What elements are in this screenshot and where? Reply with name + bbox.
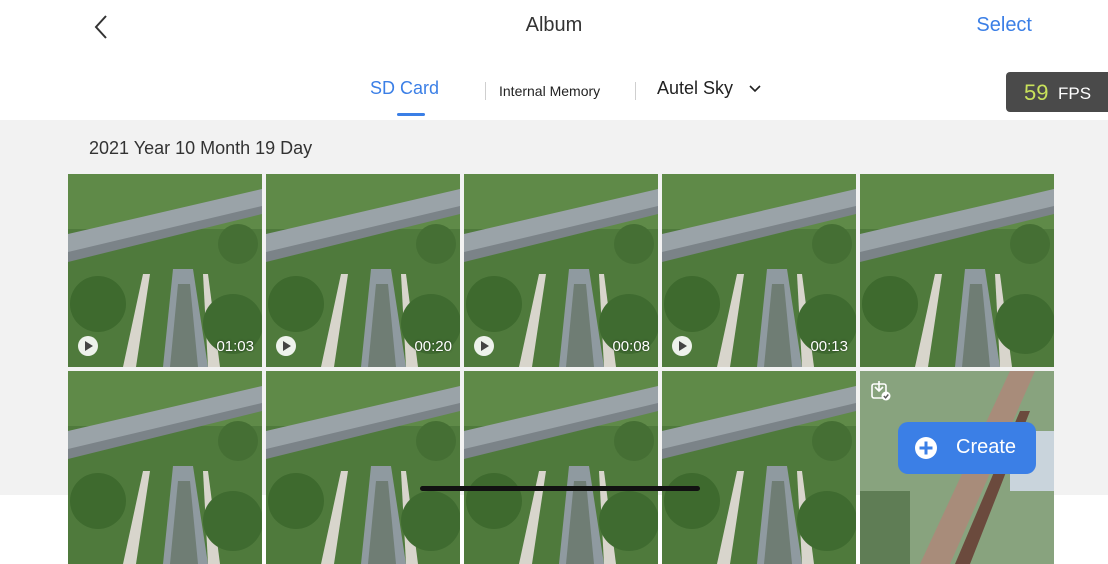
- home-indicator: [420, 486, 700, 491]
- chevron-down-icon: [749, 85, 761, 93]
- tab-autel-sky-label: Autel Sky: [657, 78, 734, 98]
- tab-autel-sky[interactable]: Autel Sky: [657, 78, 762, 99]
- video-thumbnail[interactable]: 00:20: [266, 174, 460, 367]
- plus-circle-icon: [915, 437, 937, 459]
- video-thumbnail[interactable]: 01:03: [68, 174, 262, 367]
- fps-value: 59: [1024, 80, 1049, 105]
- photo-thumbnail[interactable]: [266, 371, 460, 564]
- active-tab-indicator: [397, 113, 425, 116]
- video-duration: 01:03: [216, 338, 254, 355]
- video-duration: 00:13: [810, 338, 848, 355]
- aerial-bridge-image: [266, 371, 460, 564]
- photo-thumbnail[interactable]: [662, 371, 856, 564]
- aerial-bridge-image: [464, 371, 658, 564]
- tab-sd-card[interactable]: SD Card: [370, 78, 439, 99]
- video-thumbnail[interactable]: 00:08: [464, 174, 658, 367]
- create-button-label: Create: [956, 436, 1017, 458]
- tab-internal-memory[interactable]: Internal Memory: [499, 83, 600, 99]
- aerial-bridge-image: [662, 371, 856, 564]
- play-icon: [672, 336, 692, 356]
- play-icon: [276, 336, 296, 356]
- fps-unit: FPS: [1058, 84, 1092, 103]
- date-section-label: 2021 Year 10 Month 19 Day: [89, 138, 313, 158]
- video-duration: 00:20: [414, 338, 452, 355]
- download-check-icon: [871, 381, 891, 401]
- play-icon: [474, 336, 494, 356]
- page-title: Album: [525, 14, 583, 36]
- photo-thumbnail[interactable]: [860, 174, 1054, 367]
- photo-thumbnail[interactable]: [464, 371, 658, 564]
- aerial-bridge-image: [860, 174, 1054, 367]
- play-icon: [78, 336, 98, 356]
- tab-divider: [485, 82, 486, 100]
- video-thumbnail[interactable]: 00:13: [662, 174, 856, 367]
- top-bar: Album Select SD Card Internal Memory Aut…: [0, 0, 1108, 120]
- video-duration: 00:08: [612, 338, 650, 355]
- create-button[interactable]: Create: [898, 422, 1036, 474]
- aerial-bridge-image: [68, 371, 262, 564]
- photo-thumbnail[interactable]: [68, 371, 262, 564]
- tab-divider: [635, 82, 636, 100]
- select-button[interactable]: Select: [976, 14, 1032, 37]
- fps-indicator: 59 FPS: [1006, 72, 1108, 112]
